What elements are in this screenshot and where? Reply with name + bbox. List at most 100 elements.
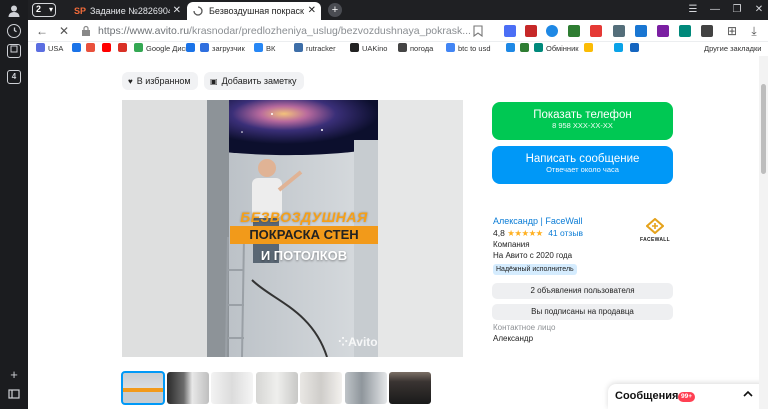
tab-switcher[interactable]: 2 ▾ xyxy=(32,3,56,17)
phone-mask: 8 958 XXX-XX-XX xyxy=(552,121,613,130)
favorite-button[interactable]: ♥ В избранном xyxy=(122,72,198,90)
history-icon[interactable] xyxy=(7,24,21,38)
bookmark-favicon-icon xyxy=(118,43,127,52)
bookmark-label: rutracker xyxy=(306,44,336,53)
back-icon[interactable]: ← xyxy=(34,23,50,39)
reviews-link[interactable]: 41 отзыв xyxy=(548,228,583,238)
chevron-down-icon: ▾ xyxy=(48,5,53,14)
bookmark-icon[interactable] xyxy=(186,43,198,55)
bookmark-label: Обмінник xyxy=(546,44,579,53)
thumbnail[interactable] xyxy=(389,372,431,404)
bookmark-icon[interactable] xyxy=(506,43,518,55)
bookmark-12[interactable]: btc to usd xyxy=(446,43,491,55)
bookmark-icon[interactable] xyxy=(473,23,485,39)
messages-widget[interactable]: Сообщения 99+ xyxy=(608,384,768,409)
close-window-icon[interactable]: ✕ xyxy=(748,0,768,20)
stop-icon[interactable]: ✕ xyxy=(56,23,72,39)
bookmark-15[interactable]: Обмінник xyxy=(534,43,579,55)
favorite-label: В избранном xyxy=(136,76,191,86)
bookmark-7[interactable]: загрузчик xyxy=(200,43,245,55)
subscribed-button[interactable]: Вы подписаны на продавца xyxy=(492,304,673,320)
main-photo[interactable]: БЕЗВОЗДУШНАЯ ПОКРАСКА СТЕН И ПОТОЛКОВ ⁘A… xyxy=(122,100,463,357)
bookmark-favicon-icon xyxy=(102,43,111,52)
thumbnail[interactable] xyxy=(300,372,342,404)
minimize-icon[interactable]: — xyxy=(704,0,726,20)
thumbnail[interactable] xyxy=(344,372,387,404)
bookmark-8[interactable]: ВК xyxy=(254,43,275,55)
bookmark-label: Другие закладки xyxy=(704,44,762,53)
profile-icon[interactable] xyxy=(7,4,21,18)
url-field[interactable]: https://www.avito.ru/krasnodar/predlozhe… xyxy=(98,24,470,38)
extension-icon[interactable] xyxy=(590,25,602,37)
write-message-button[interactable]: Написать сообщение Отвечает около часа xyxy=(492,146,673,184)
photo-caption-line2: ПОКРАСКА СТЕН xyxy=(230,226,378,244)
bookmark-11[interactable]: погода xyxy=(398,43,433,55)
facewall-logo-icon xyxy=(645,217,665,235)
thumbnail[interactable] xyxy=(211,372,253,404)
bookmark-label: погода xyxy=(410,44,434,53)
bookmark-favicon-icon xyxy=(398,43,407,52)
seller-name-link[interactable]: Александр | FaceWall xyxy=(493,216,583,226)
bookmarks-menu-icon[interactable]: ☰ xyxy=(682,0,704,20)
extension-icon[interactable] xyxy=(525,25,537,37)
thumbnail[interactable] xyxy=(121,371,165,405)
bookmark-favicon-icon xyxy=(446,43,455,52)
close-icon[interactable]: ✕ xyxy=(173,2,181,20)
extension-icon[interactable] xyxy=(613,25,625,37)
panel-settings-icon[interactable] xyxy=(7,388,21,402)
shortcut-badge[interactable]: 4 xyxy=(7,70,21,84)
tab-active[interactable]: Безвоздушная покраск ✕ xyxy=(187,2,321,20)
close-icon[interactable]: ✕ xyxy=(308,2,316,20)
download-icon[interactable]: ⤓ xyxy=(746,23,762,39)
extension-icon[interactable] xyxy=(504,25,516,37)
other-ads-button[interactable]: 2 объявления пользователя xyxy=(492,283,673,299)
bookmark-0[interactable]: USA xyxy=(36,43,63,55)
extension-icon[interactable] xyxy=(546,25,558,37)
bookmark-icon[interactable] xyxy=(630,43,642,55)
thumbnail[interactable] xyxy=(255,372,298,404)
add-panel-icon[interactable]: + xyxy=(7,368,21,382)
bookmark-19[interactable]: Другие закладки xyxy=(704,43,761,55)
bookmark-label: btc to usd xyxy=(458,44,491,53)
show-phone-button[interactable]: Показать телефон 8 958 XXX-XX-XX xyxy=(492,102,673,140)
reliable-badge: Надёжный исполнитель xyxy=(493,264,577,275)
page-scrollbar[interactable] xyxy=(759,56,768,409)
bookmark-favicon-icon xyxy=(186,43,195,52)
seller-logo[interactable]: FACEWALL xyxy=(638,217,672,244)
heart-icon: ♥ xyxy=(128,77,133,86)
extension-icon[interactable] xyxy=(657,25,669,37)
bookmark-10[interactable]: UAKino xyxy=(350,43,387,55)
extensions-icon[interactable]: ⊞ xyxy=(724,23,740,39)
lock-icon[interactable] xyxy=(78,23,94,39)
bookmark-favicon-icon xyxy=(506,43,515,52)
scrollbar-thumb[interactable] xyxy=(761,84,766,174)
bookmark-icon[interactable] xyxy=(614,43,626,55)
bookmark-label: UAKino xyxy=(362,44,388,53)
bookmark-label: USA xyxy=(48,44,64,53)
bookmark-icon[interactable] xyxy=(584,43,596,55)
bookmark-icon[interactable] xyxy=(118,43,130,55)
extension-icon[interactable] xyxy=(635,25,647,37)
new-tab-button[interactable]: + xyxy=(328,3,342,17)
bookmark-icon[interactable] xyxy=(72,43,84,55)
tab-inactive[interactable]: SP Задание №2826904 - пров ✕ xyxy=(68,2,186,20)
bookmark-5[interactable]: Google Диск xyxy=(134,43,189,55)
seller-rating: 4,8 ★★★★★ 41 отзыв xyxy=(493,228,583,239)
extension-icon[interactable] xyxy=(701,25,713,37)
extension-icon[interactable] xyxy=(679,25,691,37)
extension-icon[interactable] xyxy=(568,25,580,37)
browser-side-panel: 4 + xyxy=(0,0,28,409)
bookmark-icon[interactable] xyxy=(520,43,532,55)
bookmark-icon[interactable] xyxy=(102,43,114,55)
address-bar: ← ✕ https://www.avito.ru/krasnodar/predl… xyxy=(28,20,768,42)
bookmark-icon[interactable] xyxy=(86,43,98,55)
add-note-button[interactable]: ▣ Добавить заметку xyxy=(204,72,304,90)
chevron-up-icon[interactable] xyxy=(742,389,754,402)
show-phone-label: Показать телефон xyxy=(533,109,632,121)
maximize-icon[interactable]: ❐ xyxy=(726,0,748,20)
thumbnail[interactable] xyxy=(166,372,209,404)
watermark-text: Avito xyxy=(348,335,378,349)
collections-icon[interactable] xyxy=(7,44,21,58)
bookmark-9[interactable]: rutracker xyxy=(294,43,336,55)
bookmark-favicon-icon xyxy=(294,43,303,52)
